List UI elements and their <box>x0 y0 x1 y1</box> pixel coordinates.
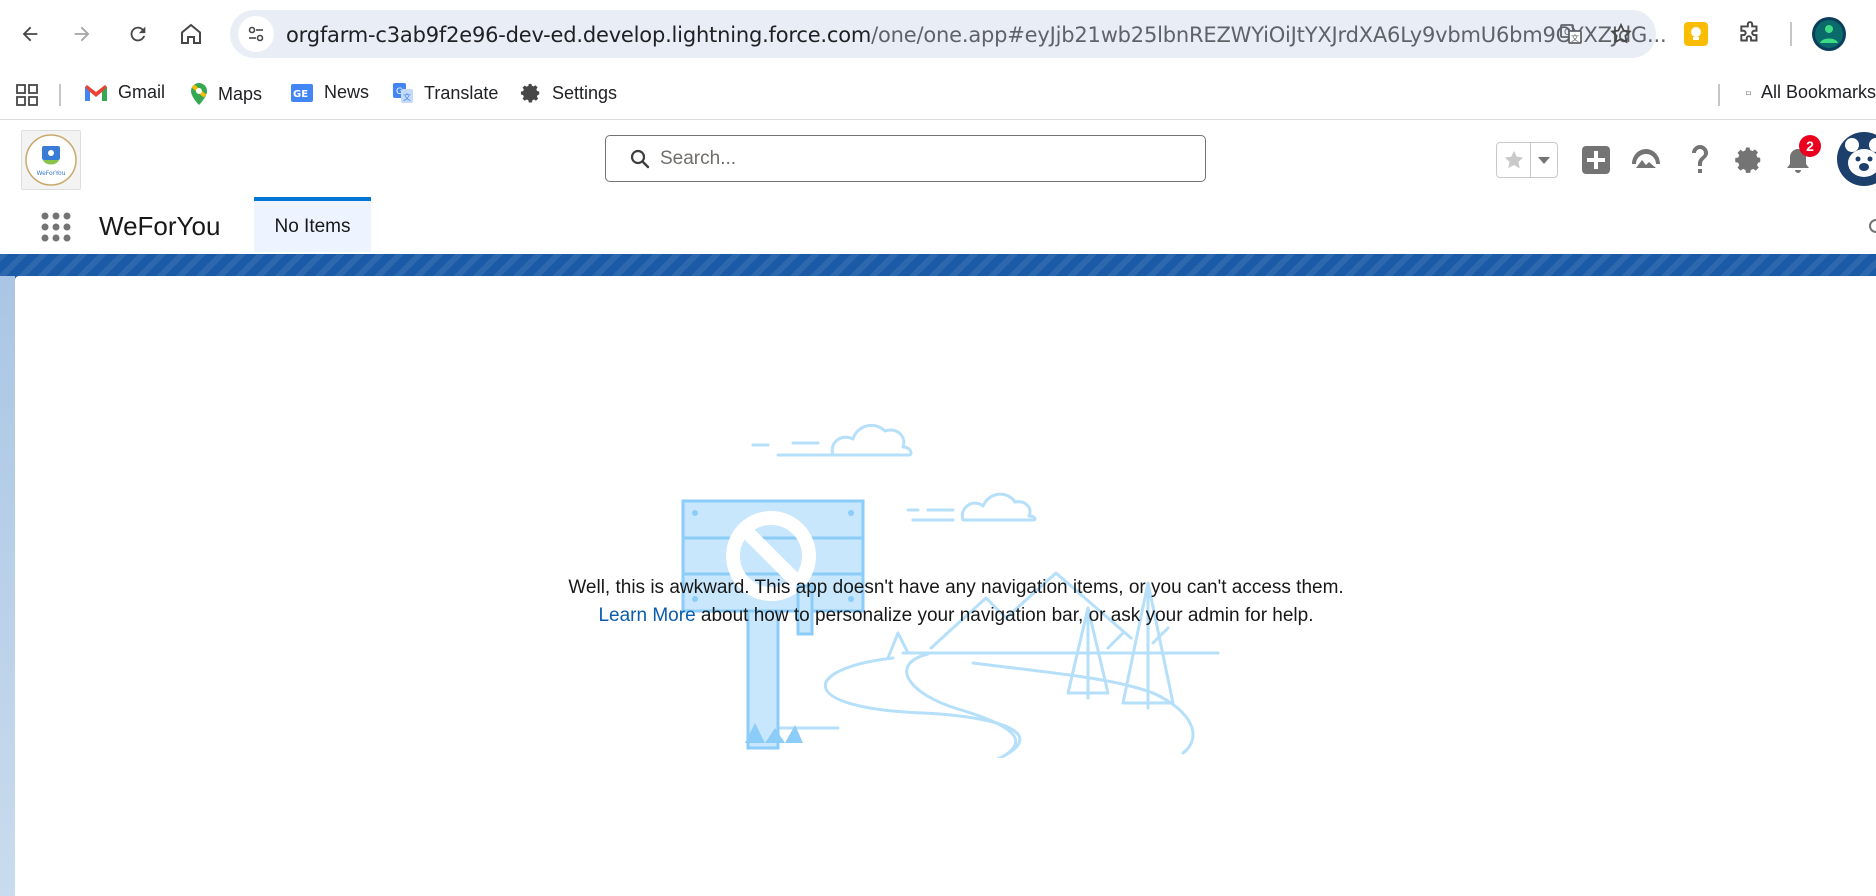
keep-icon <box>1684 22 1708 46</box>
svg-text:文: 文 <box>1571 33 1579 43</box>
url-text[interactable]: orgfarm-c3ab9f2e96-dev-ed.develop.lightn… <box>286 23 1667 47</box>
app-launcher-button[interactable] <box>38 209 74 245</box>
puzzle-icon <box>1740 21 1758 42</box>
bookmark-gmail-label: Gmail <box>118 82 166 102</box>
global-search-box[interactable] <box>605 135 1206 182</box>
notification-badge: 2 <box>1799 135 1821 157</box>
toolbar-divider <box>1790 22 1792 46</box>
bookmark-translate[interactable]: G文 Translate <box>392 82 498 104</box>
home-icon <box>181 23 201 44</box>
user-avatar-button[interactable] <box>1836 131 1876 187</box>
weforyou-logo-icon: WeForYou <box>25 134 77 186</box>
apps-grid-button[interactable] <box>14 82 40 108</box>
bookmark-gmail[interactable]: Gmail <box>84 82 165 103</box>
help-button[interactable] <box>1684 143 1716 177</box>
app-name: WeForYou <box>99 211 221 241</box>
translate-bookmark-icon: G文 <box>393 83 413 103</box>
chevron-down-icon <box>1538 157 1550 164</box>
keep-extension-button[interactable] <box>1680 18 1712 50</box>
back-button[interactable] <box>12 16 48 52</box>
url-host: orgfarm-c3ab9f2e96-dev-ed.develop.lightn… <box>286 23 872 47</box>
gear-icon <box>520 83 540 103</box>
app-launcher-icon <box>41 212 71 242</box>
gmail-icon <box>85 84 107 101</box>
setup-gear-icon <box>1735 147 1761 173</box>
profile-avatar-icon <box>1815 20 1843 48</box>
search-icon <box>630 149 650 169</box>
url-path: /one/one.app#eyJjb21wb25lbnREZWYiOiJtYXJ… <box>871 23 1667 47</box>
bookmark-news-label: News <box>324 82 370 102</box>
extensions-button[interactable] <box>1734 18 1766 50</box>
folder-icon <box>1746 90 1751 95</box>
favorites-dropdown-button[interactable] <box>1531 143 1557 177</box>
profile-avatar-button[interactable] <box>1812 17 1846 51</box>
apps-grid-icon <box>16 84 38 106</box>
empty-state-help-suffix: about how to personalize your navigation… <box>695 605 1314 626</box>
bookmarks-divider-right <box>1718 84 1720 106</box>
org-logo[interactable]: WeForYou <box>21 130 81 190</box>
bookmark-maps[interactable]: Maps <box>190 82 262 106</box>
browser-toolbar: orgfarm-c3ab9f2e96-dev-ed.develop.lightn… <box>0 0 1876 70</box>
bookmarks-divider <box>59 84 61 106</box>
star-outline-icon <box>1610 22 1632 44</box>
svg-text:文: 文 <box>403 92 411 102</box>
bookmark-translate-label: Translate <box>424 82 499 103</box>
app-navigation-bar: WeForYou No Items <box>0 197 1876 254</box>
question-icon <box>1692 145 1708 173</box>
user-avatar-icon <box>1837 132 1876 186</box>
translate-icon: G文 <box>1560 24 1582 44</box>
salesforce-global-header: WeForYou 2 <box>0 121 1876 197</box>
setup-gear-button[interactable] <box>1732 143 1766 177</box>
star-icon <box>1504 150 1523 169</box>
trailhead-icon <box>1632 149 1660 168</box>
logo-text: WeForYou <box>37 170 66 177</box>
forward-arrow-icon <box>74 26 90 42</box>
tab-no-items[interactable]: No Items <box>254 197 371 252</box>
all-bookmarks-label: All Bookmarks <box>1760 82 1876 102</box>
bookmark-news[interactable]: GE News <box>290 82 369 103</box>
band-texture <box>0 254 1876 276</box>
maps-icon <box>191 83 207 105</box>
site-info-button[interactable] <box>238 16 274 52</box>
reload-icon <box>130 26 146 42</box>
add-icon <box>1582 146 1610 174</box>
empty-state-message: Well, this is awkward. This app doesn't … <box>568 577 1344 598</box>
svg-text:GE: GE <box>293 89 308 100</box>
global-search-input[interactable] <box>660 146 1180 172</box>
tune-icon <box>248 26 264 42</box>
tab-no-items-label: No Items <box>274 215 351 237</box>
bookmark-settings-label: Settings <box>552 82 618 103</box>
home-button[interactable] <box>173 16 209 52</box>
translate-page-button[interactable]: G文 <box>1556 19 1586 49</box>
bookmark-maps-label: Maps <box>218 83 263 104</box>
notifications-button[interactable]: 2 <box>1780 135 1821 179</box>
favorites-star-button[interactable] <box>1497 143 1531 177</box>
bookmark-star-button[interactable] <box>1606 19 1636 49</box>
bookmark-settings[interactable]: Settings <box>520 82 617 104</box>
news-icon: GE <box>291 83 313 102</box>
global-actions-button[interactable] <box>1580 144 1612 176</box>
reload-button[interactable] <box>120 16 156 52</box>
empty-state-help: Learn More about how to personalize your… <box>0 605 1876 627</box>
all-bookmarks-button[interactable]: All Bookmarks <box>1746 82 1876 103</box>
back-arrow-icon <box>22 26 38 42</box>
learn-more-link[interactable]: Learn More <box>598 605 695 626</box>
address-bar[interactable]: orgfarm-c3ab9f2e96-dev-ed.develop.lightn… <box>230 10 1667 58</box>
favorites-group <box>1496 142 1558 178</box>
nav-edge-icon[interactable] <box>1869 219 1876 233</box>
bookmarks-bar: Gmail Maps GE News G文 Translate Settings… <box>0 70 1876 120</box>
trailhead-button[interactable] <box>1629 144 1663 176</box>
forward-button[interactable] <box>64 16 100 52</box>
